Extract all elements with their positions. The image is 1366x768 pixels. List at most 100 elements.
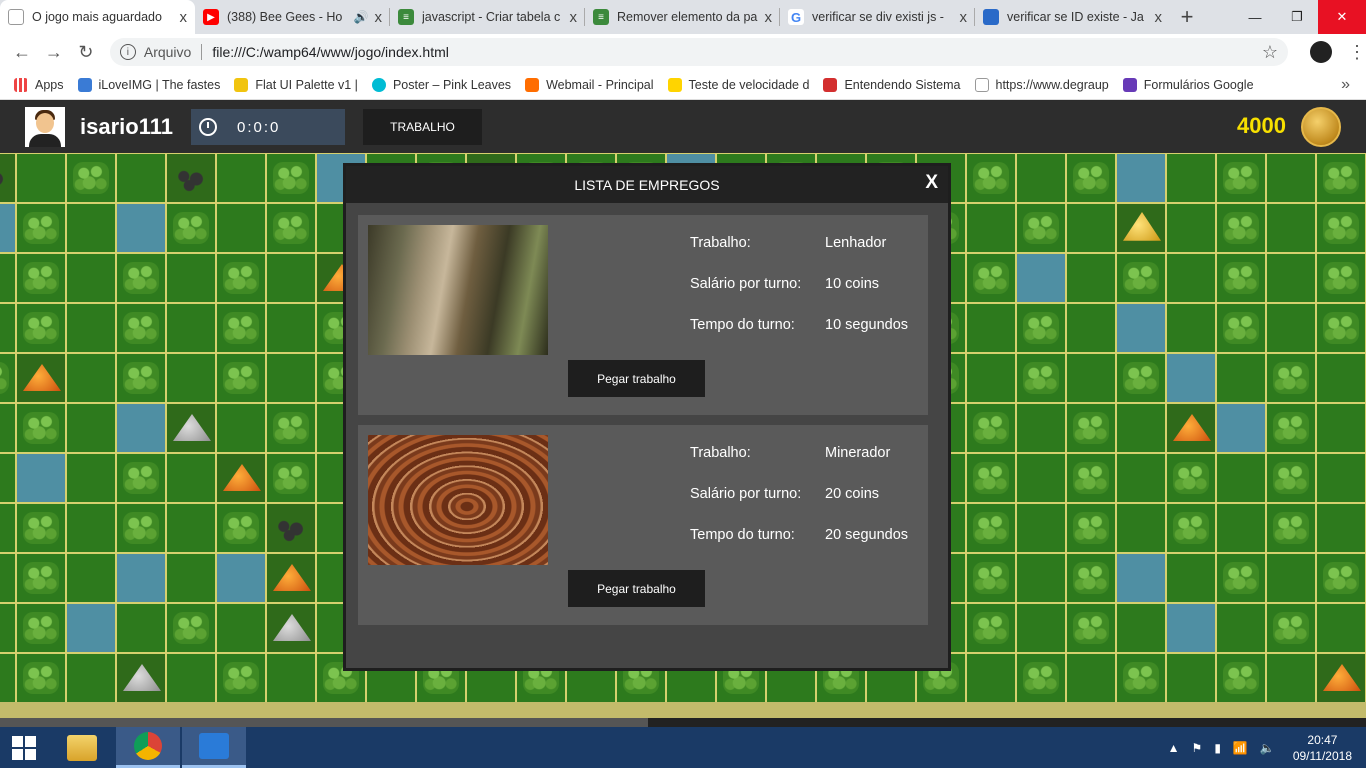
map-tile[interactable]	[966, 203, 1016, 253]
map-tile[interactable]	[266, 503, 316, 553]
map-tile[interactable]	[1016, 403, 1066, 453]
map-tile[interactable]	[1266, 503, 1316, 553]
kebab-menu-icon[interactable]: ⋮	[1348, 42, 1366, 63]
map-tile[interactable]	[1116, 653, 1166, 702]
map-tile[interactable]	[1016, 153, 1066, 203]
map-tile[interactable]	[166, 203, 216, 253]
map-tile[interactable]	[1316, 503, 1366, 553]
map-tile[interactable]	[1066, 303, 1116, 353]
chrome-icon[interactable]	[116, 727, 180, 768]
reload-icon[interactable]: ↻	[70, 42, 102, 63]
map-tile[interactable]	[1016, 503, 1066, 553]
info-icon[interactable]: i	[119, 44, 136, 60]
map-tile[interactable]	[1166, 653, 1216, 702]
map-tile[interactable]	[66, 253, 116, 303]
map-tile[interactable]	[1316, 653, 1366, 702]
map-tile[interactable]	[216, 403, 266, 453]
map-tile[interactable]	[1016, 303, 1066, 353]
map-tile[interactable]	[1266, 253, 1316, 303]
map-tile[interactable]	[166, 303, 216, 353]
map-tile[interactable]	[1066, 403, 1116, 453]
map-tile[interactable]	[0, 453, 16, 503]
bookmark-item[interactable]: Formulários Google	[1122, 77, 1254, 92]
map-tile[interactable]	[1216, 503, 1266, 553]
map-tile[interactable]	[66, 503, 116, 553]
map-tile[interactable]	[116, 353, 166, 403]
map-tile[interactable]	[966, 503, 1016, 553]
map-tile[interactable]	[266, 403, 316, 453]
map-tile[interactable]	[1266, 353, 1316, 403]
map-tile[interactable]	[1066, 453, 1116, 503]
map-tile[interactable]	[266, 603, 316, 653]
map-tile[interactable]	[266, 653, 316, 702]
map-tile[interactable]	[0, 503, 16, 553]
map-tile[interactable]	[266, 553, 316, 603]
bookmark-star-icon[interactable]: ☆	[1262, 42, 1278, 63]
map-tile[interactable]	[1166, 153, 1216, 203]
map-tile[interactable]	[66, 653, 116, 702]
flag-icon[interactable]: ⚑	[1192, 741, 1203, 755]
map-tile[interactable]	[116, 153, 166, 203]
map-tile[interactable]	[1316, 453, 1366, 503]
map-tile[interactable]	[0, 403, 16, 453]
bookmark-item[interactable]: Webmail - Principal	[525, 77, 654, 92]
map-tile[interactable]	[66, 453, 116, 503]
map-tile[interactable]	[1116, 453, 1166, 503]
map-tile[interactable]	[266, 153, 316, 203]
map-tile[interactable]	[166, 353, 216, 403]
map-tile[interactable]	[16, 653, 66, 702]
map-tile[interactable]	[1116, 403, 1166, 453]
map-tile[interactable]	[1116, 553, 1166, 603]
extension-icon[interactable]	[1310, 41, 1333, 63]
map-tile[interactable]	[216, 153, 266, 203]
map-tile[interactable]	[1166, 353, 1216, 403]
work-button[interactable]: TRABALHO	[362, 109, 482, 145]
tab-close-icon[interactable]: x	[570, 9, 578, 26]
map-tile[interactable]	[216, 553, 266, 603]
map-tile[interactable]	[1166, 603, 1216, 653]
map-tile[interactable]	[116, 403, 166, 453]
restore-icon[interactable]: ❐	[1276, 0, 1318, 34]
map-tile[interactable]	[1166, 553, 1216, 603]
tab-close-icon[interactable]: x	[960, 9, 968, 26]
map-tile[interactable]	[966, 253, 1016, 303]
map-tile[interactable]	[1166, 453, 1216, 503]
map-tile[interactable]	[1316, 403, 1366, 453]
map-tile[interactable]	[16, 253, 66, 303]
map-tile[interactable]	[1266, 403, 1316, 453]
map-tile[interactable]	[66, 303, 116, 353]
map-tile[interactable]	[966, 303, 1016, 353]
bookmark-item[interactable]: Poster – Pink Leaves	[371, 77, 511, 92]
map-tile[interactable]	[1016, 203, 1066, 253]
forward-arrow-icon[interactable]: →	[38, 42, 70, 63]
bookmark-apps[interactable]: Apps	[14, 77, 64, 92]
map-tile[interactable]	[1216, 253, 1266, 303]
map-tile[interactable]	[1216, 653, 1266, 702]
map-tile[interactable]	[0, 153, 16, 203]
map-tile[interactable]	[166, 253, 216, 303]
map-tile[interactable]	[1316, 303, 1366, 353]
map-tile[interactable]	[116, 603, 166, 653]
map-tile[interactable]	[166, 453, 216, 503]
map-tile[interactable]	[1266, 303, 1316, 353]
map-tile[interactable]	[266, 203, 316, 253]
map-tile[interactable]	[266, 453, 316, 503]
chevron-up-icon[interactable]: ▲	[1168, 741, 1180, 755]
map-tile[interactable]	[1266, 453, 1316, 503]
vscode-icon[interactable]	[182, 727, 246, 768]
signal-icon[interactable]: 📶	[1233, 741, 1248, 755]
map-tile[interactable]	[1016, 253, 1066, 303]
map-tile[interactable]	[1166, 403, 1216, 453]
map-tile[interactable]	[1066, 203, 1116, 253]
map-tile[interactable]	[966, 553, 1016, 603]
map-tile[interactable]	[116, 303, 166, 353]
bookmark-item[interactable]: Teste de velocidade d	[667, 77, 809, 92]
map-tile[interactable]	[166, 653, 216, 702]
map-tile[interactable]	[16, 203, 66, 253]
map-tile[interactable]	[216, 453, 266, 503]
bookmark-item[interactable]: iLoveIMG | The fastes	[77, 77, 220, 92]
map-tile[interactable]	[216, 653, 266, 702]
map-tile[interactable]	[116, 203, 166, 253]
map-tile[interactable]	[1316, 153, 1366, 203]
tab-close-icon[interactable]: x	[765, 9, 773, 26]
